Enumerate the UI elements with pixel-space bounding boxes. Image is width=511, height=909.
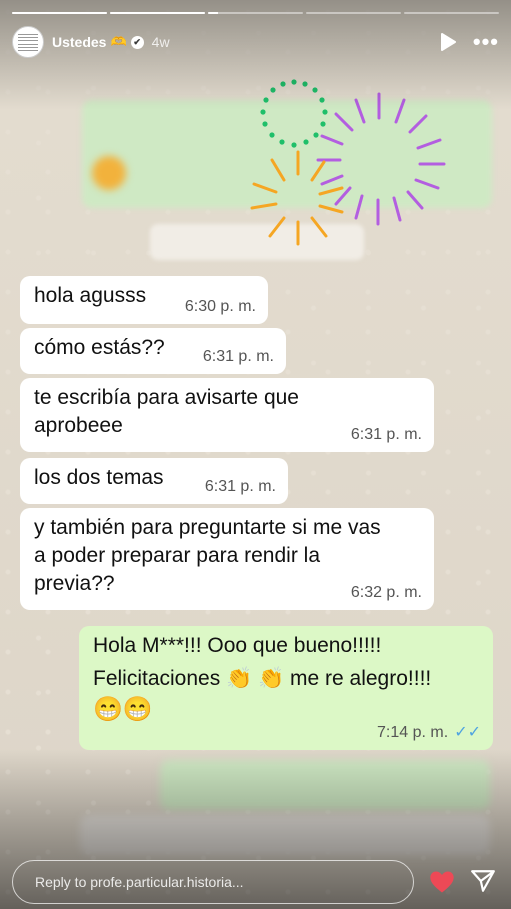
play-button[interactable]: [437, 31, 459, 53]
progress-segment: [404, 12, 499, 14]
story-header: Ustedes 🫶 ✔ 4w •••: [12, 26, 499, 58]
reply-line-1: Hola M***!!! Ooo que bueno!!!!!: [93, 634, 382, 657]
read-ticks-icon: ✓✓: [454, 724, 481, 741]
reply-line-2: Felicitaciones 👏 👏 me re alegro!!!!: [93, 667, 432, 690]
send-share-icon[interactable]: [470, 868, 496, 894]
account-name[interactable]: Ustedes: [52, 34, 106, 50]
reply-bar[interactable]: [12, 860, 414, 904]
reply-line-3: 😁😁: [93, 696, 153, 723]
play-icon: [440, 33, 456, 51]
progress-segment: [306, 12, 401, 14]
avatar[interactable]: [12, 26, 44, 58]
heart-hands-emoji: 🫶: [110, 34, 127, 49]
message-bubble-5: y también para preguntarte si me vas a p…: [20, 508, 434, 610]
message-text: y también para preguntarte si me vas a p…: [34, 516, 381, 595]
verified-badge-icon: ✔: [130, 35, 144, 49]
reply-time: 7:14 p. m.: [377, 724, 449, 741]
message-bubble-4: los dos temas 6:31 p. m.: [20, 458, 288, 504]
message-time: 6:31 p. m.: [204, 478, 276, 495]
reply-bubble: Hola M***!!! Ooo que bueno!!!!! Felicita…: [79, 626, 493, 750]
message-time: 6:32 p. m.: [350, 584, 422, 601]
time-ago: 4w: [151, 34, 170, 50]
progress-segment: [208, 12, 303, 14]
message-bubble-3: te escribía para avisarte que aprobeee 6…: [20, 378, 434, 452]
message-time: 6:31 p. m.: [350, 426, 422, 443]
progress-segment: [12, 12, 107, 14]
more-options-button[interactable]: •••: [473, 31, 499, 53]
reply-time-row: 7:14 p. m. ✓✓: [377, 724, 481, 742]
message-text: te escribía para avisarte que aprobeee: [34, 386, 299, 437]
orange-burst-sticker-icon: [250, 150, 344, 246]
story-progress: [12, 12, 499, 14]
progress-segment: [110, 12, 205, 14]
reply-input[interactable]: [33, 873, 413, 891]
like-heart-icon[interactable]: [428, 868, 456, 896]
story-canvas: hola agusss 6:30 p. m. cómo estás?? 6:31…: [0, 0, 511, 909]
message-bubble-2: cómo estás?? 6:31 p. m.: [20, 328, 286, 374]
message-time: 6:31 p. m.: [202, 348, 274, 365]
message-bubble-1: hola agusss 6:30 p. m.: [20, 276, 268, 324]
blurred-emoji: [92, 156, 126, 190]
message-time: 6:30 p. m.: [184, 298, 256, 315]
